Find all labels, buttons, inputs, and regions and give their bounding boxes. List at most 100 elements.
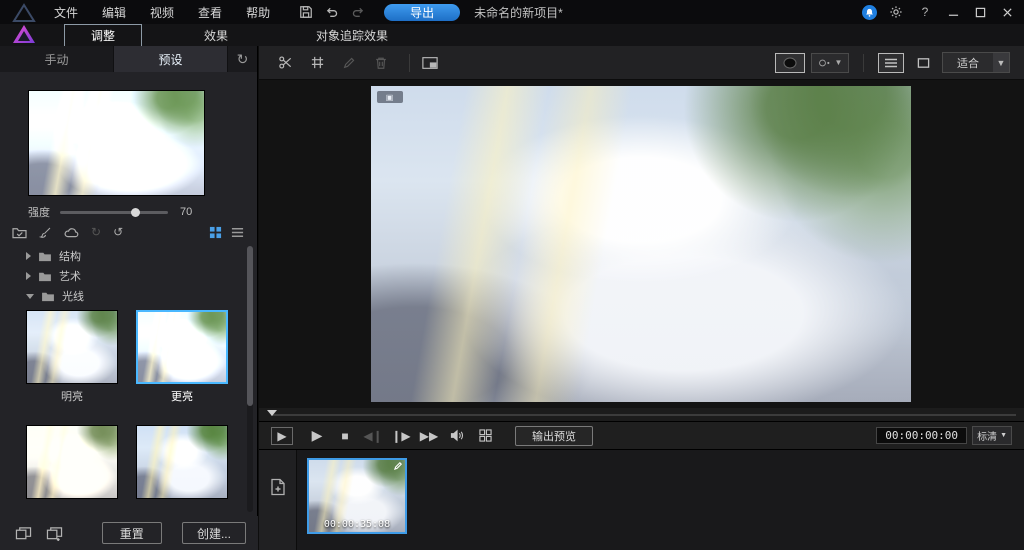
menu-edit[interactable]: 编辑 bbox=[90, 0, 138, 25]
sync-icon[interactable]: ↻ bbox=[91, 225, 101, 239]
chevron-down-icon bbox=[26, 293, 34, 299]
volume-icon[interactable] bbox=[445, 426, 469, 446]
clip-duration-label: 00:00:35:08 bbox=[323, 519, 391, 530]
create-button[interactable]: 创建... bbox=[181, 522, 247, 544]
preset-item-brighter[interactable]: 更亮 bbox=[132, 310, 232, 417]
preset-scrollbar[interactable] bbox=[247, 246, 253, 512]
tree-item-structure[interactable]: 结构 bbox=[0, 246, 246, 266]
timeline-panel: 00:00:35:08 bbox=[259, 449, 1024, 550]
pip-window-icon[interactable] bbox=[418, 52, 442, 74]
preset-thumbnail bbox=[26, 425, 118, 499]
undo-icon[interactable] bbox=[322, 3, 342, 21]
tree-label: 结构 bbox=[59, 251, 81, 263]
zoom-fit-label: 适合 bbox=[957, 57, 979, 70]
pen-edit-icon[interactable] bbox=[337, 52, 361, 74]
preset-thumbnail bbox=[26, 310, 118, 384]
timeline-track-header bbox=[259, 450, 297, 550]
trash-icon[interactable] bbox=[369, 52, 393, 74]
tab-preset[interactable]: 预设 bbox=[114, 46, 228, 72]
folder-icon bbox=[39, 252, 51, 261]
window-maximize-icon[interactable] bbox=[971, 3, 989, 21]
menu-video[interactable]: 视频 bbox=[138, 0, 186, 25]
menu-help[interactable]: 帮助 bbox=[234, 0, 282, 25]
preset-thumbnail bbox=[136, 310, 228, 384]
scrub-bar[interactable] bbox=[259, 408, 1024, 421]
ai-badge-icon: ▣ bbox=[377, 91, 403, 103]
preview-image[interactable]: ▣ bbox=[371, 86, 911, 402]
menu-file[interactable]: 文件 bbox=[42, 0, 90, 25]
view-rows-button[interactable] bbox=[878, 52, 904, 73]
brush-icon[interactable] bbox=[39, 226, 52, 239]
view-single-button[interactable] bbox=[910, 53, 936, 73]
help-icon[interactable]: ? bbox=[915, 3, 935, 21]
timeline-clip[interactable]: 00:00:35:08 bbox=[307, 458, 407, 534]
ribbon: 调整 效果 对象追踪效果 bbox=[0, 23, 1024, 47]
tree-label: 光线 bbox=[62, 291, 84, 303]
folder-icon bbox=[39, 272, 51, 281]
window-minimize-icon[interactable] bbox=[944, 3, 962, 21]
preset-item[interactable] bbox=[22, 425, 122, 512]
next-frame-button[interactable]: ❙▶ bbox=[389, 426, 413, 446]
reset-undo-icon[interactable]: ↺ bbox=[113, 225, 123, 239]
notification-bell-icon[interactable] bbox=[862, 4, 877, 20]
tab-manual[interactable]: 手动 bbox=[0, 46, 114, 72]
menu-bar: 文件 编辑 视频 查看 帮助 bbox=[42, 0, 282, 25]
cloud-download-icon[interactable] bbox=[64, 226, 79, 238]
tree-item-light[interactable]: 光线 bbox=[0, 286, 246, 306]
chevron-right-icon bbox=[26, 272, 31, 280]
timecode-display: 00:00:00:00 bbox=[876, 427, 968, 444]
reset-button[interactable]: 重置 bbox=[101, 522, 162, 544]
chevron-down-icon: ▼ bbox=[834, 58, 843, 67]
output-preview-button[interactable]: 输出预览 bbox=[515, 425, 593, 446]
scrollbar-thumb[interactable] bbox=[247, 246, 253, 406]
chevron-down-icon: ▼ bbox=[1000, 432, 1007, 439]
tab-adjust[interactable]: 调整 bbox=[64, 23, 143, 47]
preview-quality-dropdown[interactable]: 标清 ▼ bbox=[972, 426, 1012, 445]
mask-shape-dropdown[interactable]: ▼ bbox=[811, 52, 849, 73]
tab-object-tracking[interactable]: 对象追踪效果 bbox=[290, 25, 414, 46]
redo-icon[interactable] bbox=[348, 3, 368, 21]
mask-shape-button[interactable] bbox=[775, 52, 805, 73]
fast-forward-button[interactable]: ▶▶ bbox=[417, 426, 441, 446]
list-view-icon[interactable] bbox=[228, 224, 246, 240]
apply-selected-icon[interactable] bbox=[43, 523, 66, 543]
track-manager-icon[interactable] bbox=[305, 52, 329, 74]
preset-thumbnail bbox=[136, 425, 228, 499]
add-media-icon[interactable] bbox=[270, 478, 286, 496]
history-icon[interactable]: ↻ bbox=[228, 46, 257, 72]
settings-gear-icon[interactable] bbox=[886, 3, 906, 21]
tab-effects[interactable]: 效果 bbox=[178, 25, 254, 46]
clip-edit-pen-icon[interactable] bbox=[393, 461, 403, 471]
zoom-fit-dropdown[interactable]: 适合 ▼ bbox=[942, 52, 1010, 73]
apply-all-icon[interactable] bbox=[12, 523, 35, 543]
snapshot-grid-icon[interactable] bbox=[473, 426, 497, 446]
play-button[interactable]: ▶ bbox=[305, 426, 329, 446]
stop-button[interactable]: ■ bbox=[333, 426, 357, 446]
project-title: 未命名的新项目* bbox=[474, 5, 563, 20]
tree-item-art[interactable]: 艺术 bbox=[0, 266, 246, 286]
preview-window-button[interactable]: ▶ bbox=[271, 426, 293, 445]
preset-label: 更亮 bbox=[171, 391, 193, 403]
intensity-slider-handle[interactable] bbox=[131, 207, 141, 217]
intensity-value: 70 bbox=[180, 206, 193, 218]
favorite-folder-icon[interactable] bbox=[12, 226, 27, 239]
preset-item[interactable] bbox=[132, 425, 232, 512]
intensity-slider[interactable] bbox=[60, 207, 168, 217]
menu-view[interactable]: 查看 bbox=[186, 0, 234, 25]
preset-grid: 明亮 更亮 bbox=[22, 310, 234, 512]
preview-canvas[interactable]: ▣ bbox=[259, 80, 1024, 408]
preset-item-bright[interactable]: 明亮 bbox=[22, 310, 122, 417]
chevron-down-icon: ▼ bbox=[993, 53, 1009, 72]
previous-frame-button[interactable]: ◀❙ bbox=[361, 426, 385, 446]
playhead-marker[interactable] bbox=[267, 410, 277, 416]
toolbar-divider bbox=[863, 53, 864, 72]
export-button[interactable]: 导出 bbox=[384, 3, 461, 21]
split-scissors-icon[interactable] bbox=[273, 52, 297, 74]
scrub-track[interactable] bbox=[271, 414, 1016, 416]
titlebar: 文件 编辑 视频 查看 帮助 导出 未命名的新项目* ? bbox=[0, 0, 1024, 43]
main-panel: ▼ 适合 ▼ ▣ ▶ ▶ ■ ◀❙ ❙▶ ▶▶ 输出预览 00:00:00:00… bbox=[259, 46, 1024, 550]
save-icon[interactable] bbox=[296, 3, 316, 21]
grid-view-icon[interactable] bbox=[206, 224, 224, 240]
sidebar: 手动 预设 ↻ 强度 70 ↻ ↺ 结构 艺术 光线 明亮 更亮 重置 创建..… bbox=[0, 46, 258, 550]
window-close-icon[interactable] bbox=[998, 3, 1016, 21]
